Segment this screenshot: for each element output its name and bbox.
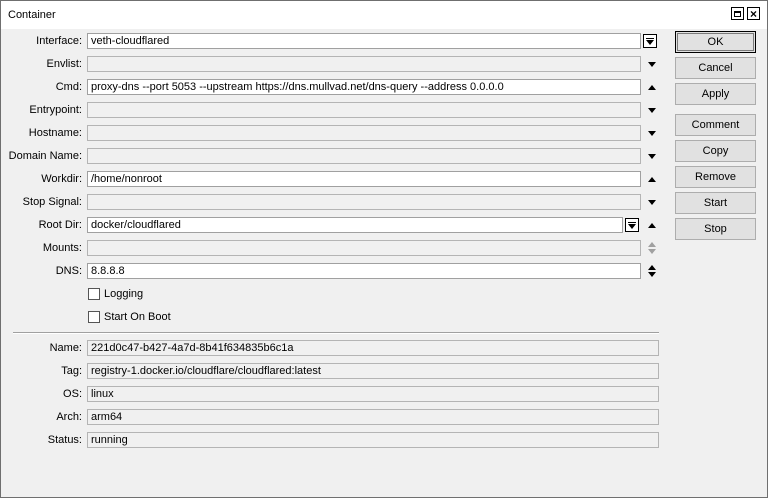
mounts-label: Mounts: <box>42 242 82 254</box>
tag-label: Tag: <box>61 365 82 377</box>
maximize-icon <box>734 10 741 17</box>
start-on-boot-checkbox[interactable] <box>88 311 100 323</box>
cmd-label: Cmd: <box>55 81 82 93</box>
domain-name-field[interactable] <box>87 148 641 164</box>
dns-field[interactable]: 8.8.8.8 <box>87 263 641 279</box>
name-label: Name: <box>49 342 82 354</box>
chevron-up-icon <box>648 222 656 228</box>
chevron-down-icon <box>648 130 656 136</box>
workdir-field[interactable]: /home/nonroot <box>87 171 641 187</box>
focus-ring <box>677 33 754 51</box>
envlist-label: Envlist: <box>46 58 82 70</box>
start-button-label: Start <box>703 197 728 209</box>
container-window: Container × Interface: veth-cloudflared … <box>0 0 768 498</box>
entrypoint-expand-button[interactable] <box>646 102 658 118</box>
dropdown-icon <box>646 37 654 45</box>
stop-button-label: Stop <box>704 223 727 235</box>
workdir-collapse-button[interactable] <box>646 171 658 187</box>
hostname-label: Hostname: <box>28 127 82 139</box>
chevron-down-icon <box>648 272 656 277</box>
section-divider <box>13 332 659 334</box>
stop-signal-label: Stop Signal: <box>22 196 82 208</box>
logging-checkbox[interactable] <box>88 288 100 300</box>
domain-name-label: Domain Name: <box>8 150 82 162</box>
comment-button-label: Comment <box>691 119 740 131</box>
chevron-down-icon <box>648 61 656 67</box>
comment-button[interactable]: Comment <box>675 114 756 136</box>
interface-field[interactable]: veth-cloudflared <box>87 33 641 49</box>
chevron-down-icon <box>648 249 656 254</box>
envlist-field[interactable] <box>87 56 641 72</box>
status-label: Status: <box>47 434 82 446</box>
entrypoint-field[interactable] <box>87 102 641 118</box>
interface-dropdown-button[interactable] <box>643 34 657 48</box>
workdir-label: Workdir: <box>41 173 82 185</box>
maximize-button[interactable] <box>731 7 744 20</box>
remove-button[interactable]: Remove <box>675 166 756 188</box>
arch-value: arm64 <box>87 409 659 425</box>
os-value: linux <box>87 386 659 402</box>
interface-label: Interface: <box>36 35 82 47</box>
mounts-updown-control[interactable] <box>646 240 658 256</box>
cmd-collapse-button[interactable] <box>646 79 658 95</box>
root-dir-dropdown-button[interactable] <box>625 218 639 232</box>
copy-button[interactable]: Copy <box>675 140 756 162</box>
remove-button-label: Remove <box>695 171 736 183</box>
os-label: OS: <box>63 388 82 400</box>
stop-button[interactable]: Stop <box>675 218 756 240</box>
cmd-field[interactable]: proxy-dns --port 5053 --upstream https:/… <box>87 79 641 95</box>
title-bar: Container × <box>1 1 767 29</box>
chevron-down-icon <box>648 153 656 159</box>
stop-signal-field[interactable] <box>87 194 641 210</box>
root-dir-label: Root Dir: <box>38 219 82 231</box>
hostname-expand-button[interactable] <box>646 125 658 141</box>
chevron-up-icon <box>648 265 656 270</box>
name-value: 221d0c47-b427-4a7d-8b41f634835b6c1a <box>87 340 659 356</box>
cancel-button[interactable]: Cancel <box>675 57 756 79</box>
arch-label: Arch: <box>56 411 82 423</box>
stop-signal-expand-button[interactable] <box>646 194 658 210</box>
close-button[interactable]: × <box>747 7 760 20</box>
dropdown-icon <box>628 221 636 229</box>
root-dir-collapse-button[interactable] <box>646 217 658 233</box>
dns-label: DNS: <box>55 265 82 277</box>
apply-button[interactable]: Apply <box>675 83 756 105</box>
domain-name-expand-button[interactable] <box>646 148 658 164</box>
chevron-up-icon <box>648 84 656 90</box>
copy-button-label: Copy <box>702 145 729 157</box>
start-on-boot-label: Start On Boot <box>104 311 171 323</box>
start-button[interactable]: Start <box>675 192 756 214</box>
chevron-up-icon <box>648 242 656 247</box>
chevron-down-icon <box>648 199 656 205</box>
tag-value: registry-1.docker.io/cloudflare/cloudfla… <box>87 363 659 379</box>
envlist-expand-button[interactable] <box>646 56 658 72</box>
apply-button-label: Apply <box>701 88 730 100</box>
hostname-field[interactable] <box>87 125 641 141</box>
mounts-field[interactable] <box>87 240 641 256</box>
window-title: Container <box>8 9 56 21</box>
cancel-button-label: Cancel <box>698 62 733 74</box>
close-icon: × <box>749 6 757 21</box>
status-value: running <box>87 432 659 448</box>
logging-label: Logging <box>104 288 144 300</box>
chevron-down-icon <box>648 107 656 113</box>
entrypoint-label: Entrypoint: <box>29 104 82 116</box>
dns-updown-control[interactable] <box>646 263 658 279</box>
root-dir-field[interactable]: docker/cloudflared <box>87 217 623 233</box>
chevron-up-icon <box>648 176 656 182</box>
ok-button[interactable]: OK <box>675 31 756 53</box>
